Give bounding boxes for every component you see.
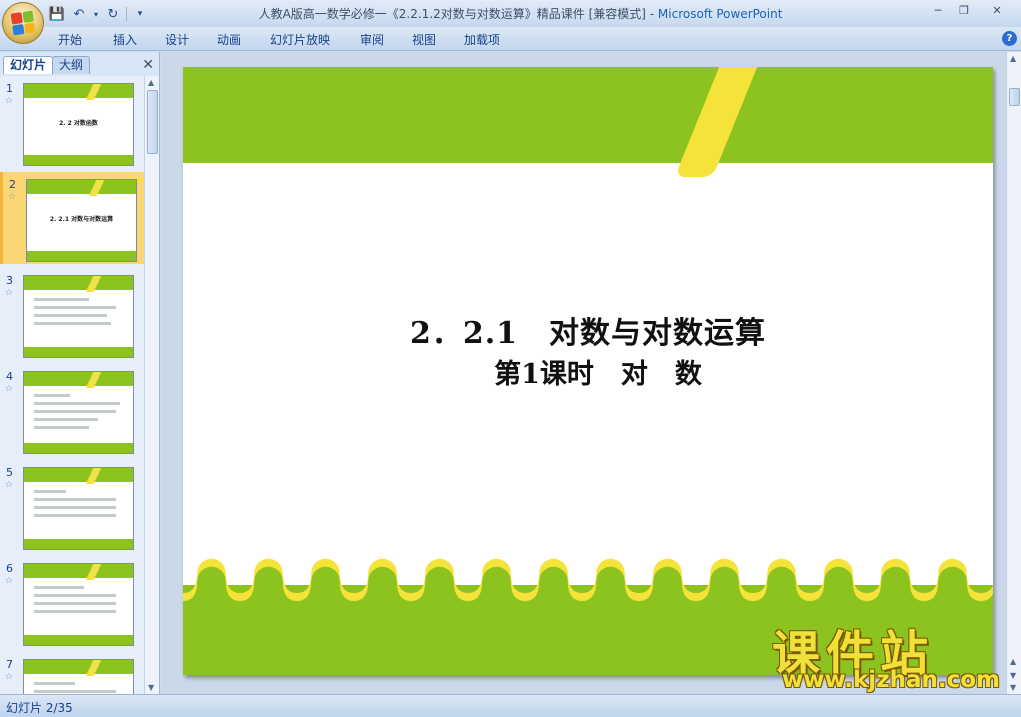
office-button[interactable]	[2, 2, 44, 44]
office-logo-icon	[10, 10, 36, 36]
animation-star-icon: ☆	[5, 288, 14, 298]
document-title: 人教A版高一数学必修一《2.2.1.2对数与对数运算》精品课件 [兼容模式]	[258, 7, 646, 21]
slide-thumbnail-row[interactable]: 5 ☆	[0, 460, 144, 552]
main-scrollbar[interactable]: ▲ ▲ ▼ ▼	[1006, 52, 1021, 694]
minimize-icon[interactable]: ─	[925, 1, 951, 19]
help-icon[interactable]: ?	[1002, 31, 1017, 46]
tab-design[interactable]: 设计	[165, 31, 189, 48]
slide-top-band	[183, 67, 993, 163]
window-title: 人教A版高一数学必修一《2.2.1.2对数与对数运算》精品课件 [兼容模式] -…	[0, 5, 1021, 22]
slide-subtitle[interactable]: 第1课时 对 数	[183, 352, 993, 391]
slide-thumbnail[interactable]	[23, 467, 134, 550]
slide-editor: 2．2.1 对数与对数运算 第1课时 对 数	[161, 52, 1006, 694]
scrollbar-thumb[interactable]	[147, 90, 158, 154]
slide-number: 4	[6, 370, 13, 383]
slide-thumbnail-row[interactable]: 4 ☆	[0, 364, 144, 456]
pane-tabs: 幻灯片 大纲 ✕	[0, 54, 160, 74]
slide-thumbnail-row[interactable]: 3 ☆	[0, 268, 144, 360]
tab-insert[interactable]: 插入	[113, 31, 137, 48]
animation-star-icon: ☆	[5, 384, 14, 394]
thumbnail-title: 2. 2 对数函数	[59, 120, 98, 127]
restore-icon[interactable]: ❐	[951, 1, 977, 19]
slide-number: 6	[6, 562, 13, 575]
tab-review[interactable]: 审阅	[360, 31, 384, 48]
slide-wave-decoration	[183, 558, 993, 615]
next-slide-icon[interactable]: ▼	[1010, 671, 1016, 680]
previous-slide-icon[interactable]: ▲	[1010, 657, 1016, 666]
slide-thumbnail[interactable]	[23, 275, 134, 358]
slide-number: 1	[6, 82, 13, 95]
tab-animations[interactable]: 动画	[217, 31, 241, 48]
animation-star-icon: ☆	[8, 192, 17, 202]
scroll-down-icon[interactable]: ▼	[1010, 683, 1016, 692]
slide-thumbnail[interactable]: 2. 2 对数函数	[23, 83, 134, 166]
current-slide[interactable]: 2．2.1 对数与对数运算 第1课时 对 数	[183, 67, 993, 675]
slide-number: 5	[6, 466, 13, 479]
thumbnail-title: 2. 2.1 对数与对数运算	[49, 216, 114, 223]
title-separator: -	[645, 7, 658, 21]
slide-indicator: 幻灯片 2/35	[6, 701, 73, 715]
slide-number: 7	[6, 658, 13, 671]
slide-thumbnail-row-selected[interactable]: 2 ☆ 2. 2.1 对数与对数运算	[0, 172, 144, 264]
pane-scrollbar[interactable]: ▲ ▼	[144, 76, 159, 694]
thumbnail-list: 1 ☆ 2. 2 对数函数 2 ☆ 2. 2.1 对数与对数运算 3 ☆ 4 ☆…	[0, 76, 144, 694]
scroll-down-icon[interactable]: ▼	[148, 683, 154, 692]
tab-slideshow[interactable]: 幻灯片放映	[270, 31, 330, 48]
title-bar: 💾 ↶ ▾ ↻ ▾ 人教A版高一数学必修一《2.2.1.2对数与对数运算》精品课…	[0, 0, 1021, 27]
watermark-url: www.kjzhan.com	[782, 667, 1000, 693]
slide-thumbnail-row[interactable]: 6 ☆	[0, 556, 144, 648]
tab-view[interactable]: 视图	[412, 31, 436, 48]
slide-thumbnail[interactable]: 2. 2.1 对数与对数运算	[26, 179, 137, 262]
animation-star-icon: ☆	[5, 96, 14, 106]
tab-slides[interactable]: 幻灯片	[3, 56, 54, 74]
slide-thumbnail[interactable]	[23, 563, 134, 646]
slide-number: 2	[9, 178, 16, 191]
animation-star-icon: ☆	[5, 480, 14, 490]
tab-home[interactable]: 开始	[58, 31, 82, 48]
slides-pane: 幻灯片 大纲 ✕ 1 ☆ 2. 2 对数函数 2 ☆ 2. 2.1 对数与对数运…	[0, 52, 160, 694]
window-controls: ─ ❐ ✕	[925, 1, 1017, 19]
slide-thumbnail-row[interactable]: 1 ☆ 2. 2 对数函数	[0, 76, 144, 168]
slide-thumbnail[interactable]	[23, 371, 134, 454]
close-icon[interactable]: ✕	[977, 1, 1017, 19]
ribbon-tabs: 开始 插入 设计 动画 幻灯片放映 审阅 视图 加载项 ?	[0, 27, 1021, 51]
tab-outline[interactable]: 大纲	[52, 56, 91, 74]
slide-thumbnail[interactable]	[23, 659, 134, 694]
tab-addins[interactable]: 加载项	[464, 31, 500, 48]
slide-thumbnail-row[interactable]: 7 ☆	[0, 652, 144, 694]
animation-star-icon: ☆	[5, 672, 14, 682]
scroll-up-icon[interactable]: ▲	[148, 78, 154, 87]
scrollbar-thumb[interactable]	[1009, 88, 1020, 106]
scroll-up-icon[interactable]: ▲	[1010, 54, 1016, 63]
slide-number: 3	[6, 274, 13, 287]
close-pane-icon[interactable]: ✕	[142, 57, 154, 73]
app-name: Microsoft PowerPoint	[657, 7, 783, 21]
status-bar: 幻灯片 2/35	[0, 694, 1021, 717]
slide-title[interactable]: 2．2.1 对数与对数运算	[183, 308, 993, 352]
animation-star-icon: ☆	[5, 576, 14, 586]
